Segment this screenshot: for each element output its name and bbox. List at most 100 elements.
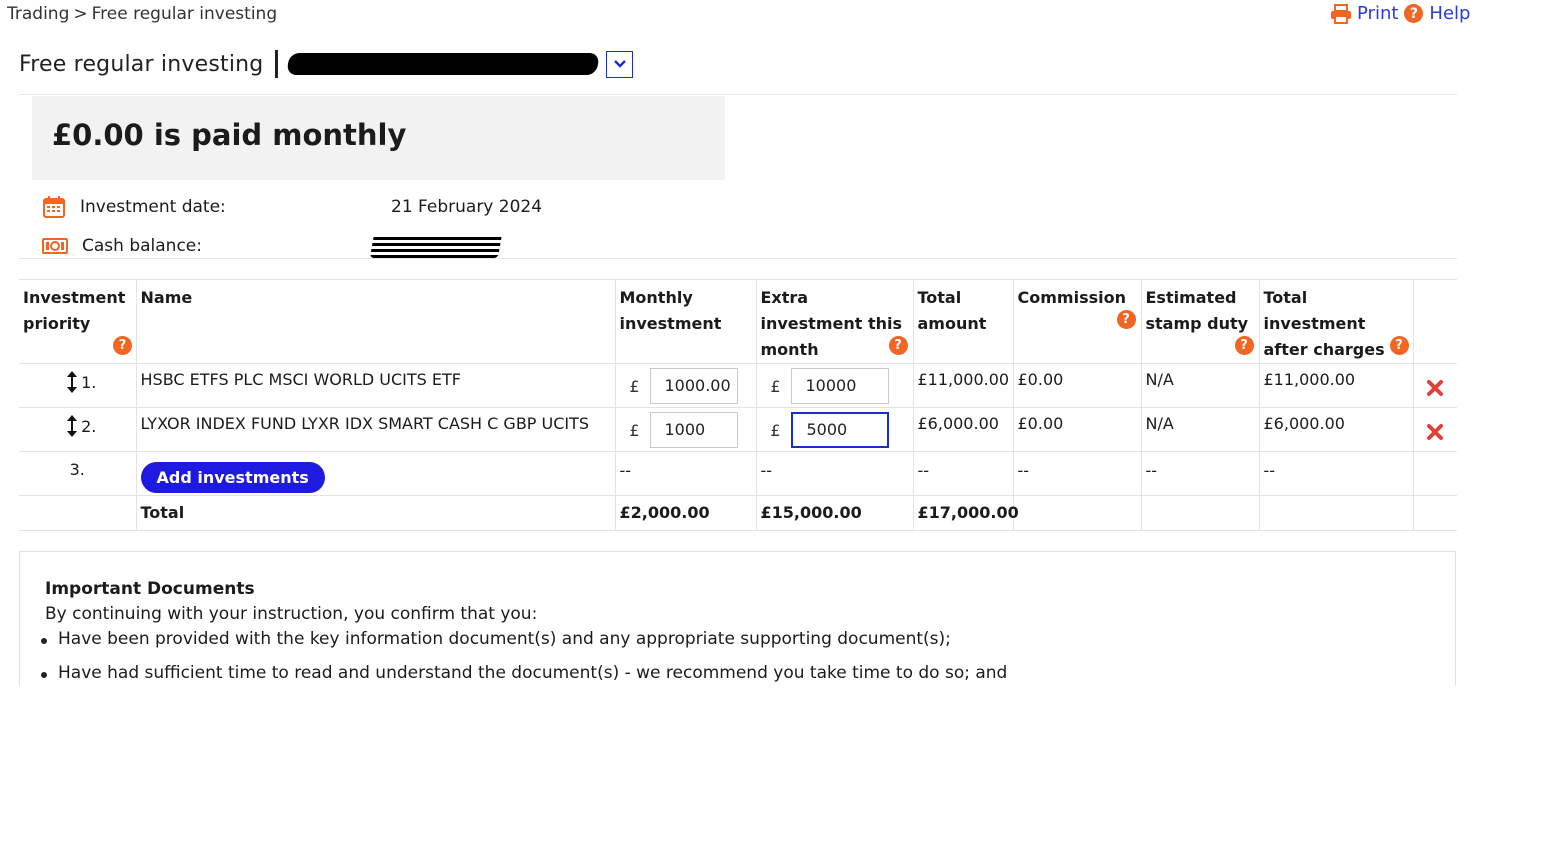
monthly-cell: £1000.00 [615,363,757,408]
currency-symbol: £ [629,377,640,396]
calendar-icon [43,196,65,218]
table-header-row: Investment priority ? Name Monthly inves… [19,279,1457,364]
col-after-header: Total investment after charges ? [1259,279,1414,364]
add-investment-row: 3. Add investments -- -- -- -- -- -- [19,451,1457,496]
add-cell: Add investments [136,451,616,496]
total-amount: £6,000.00 [913,407,1014,452]
documents-list: Have been provided with the key informat… [38,629,1007,686]
top-links: Print ? Help [1330,3,1470,24]
actions-cell [1413,363,1457,408]
extra-cell: £10000 [756,363,914,408]
help-label: Help [1429,3,1471,24]
monthly-investment-input[interactable]: 1000.00 [649,368,738,404]
printer-icon [1331,3,1351,24]
priority-number: 3. [19,451,137,496]
stamp-duty: N/A [1141,407,1260,452]
summary-box: £0.00 is paid monthly [32,96,725,180]
total-label: Total [136,495,616,531]
stamp-duty: N/A [1141,363,1260,408]
title-row: Free regular investing [19,44,634,84]
details-divider [19,258,1457,259]
total-after-charges: £11,000.00 [1259,363,1414,408]
account-name-redacted [286,53,600,75]
total-amount-sum: £17,000.00 [913,495,1019,531]
breadcrumb-current: Free regular investing [91,4,278,24]
documents-title: Important Documents [45,579,255,599]
cash-balance-redacted [369,234,503,258]
commission-help-icon[interactable]: ? [1116,310,1136,329]
total-after-charges: £6,000.00 [1259,407,1414,452]
after-help-icon[interactable]: ? [1389,336,1409,355]
investments-table: Investment priority ? Name Monthly inves… [19,279,1457,531]
empty-cell [1013,495,1142,531]
banknote-icon [42,238,68,254]
extra-investment-input[interactable]: 10000 [790,368,889,404]
placeholder-cell: -- [615,451,757,496]
investment-date-value: 21 February 2024 [391,197,543,217]
col-total-label: Total amount [917,288,987,333]
delete-icon[interactable] [1425,422,1445,442]
col-stamp-header: Estimated stamp duty ? [1141,279,1260,364]
actions-cell [1413,451,1457,496]
placeholder-cell: -- [913,451,1014,496]
priority-number: 1. [81,372,97,392]
cash-balance-label: Cash balance: [82,236,202,256]
header-divider [19,94,1457,95]
priority-cell: 2. [19,407,137,452]
col-monthly-label: Monthly investment [619,288,722,333]
important-documents: Important Documents By continuing with y… [19,551,1456,686]
table-row: 1. HSBC ETFS PLC MSCI WORLD UCITS ETF £1… [19,363,1457,408]
page-title: Free regular investing [19,51,264,77]
col-monthly-header: Monthly investment [615,279,757,364]
extra-help-icon[interactable]: ? [888,336,908,355]
delete-icon[interactable] [1425,378,1445,398]
col-commission-label: Commission [1017,288,1126,307]
list-item: Have had sufficient time to read and und… [38,663,1007,684]
currency-symbol: £ [629,421,640,440]
investment-date-label: Investment date: [80,197,226,217]
account-dropdown[interactable] [606,50,634,78]
total-amount: £11,000.00 [913,363,1014,408]
col-priority-header: Investment priority ? [19,279,137,364]
extra-cell: £5000 [756,407,914,452]
breadcrumb-separator: > [73,4,88,24]
col-name-header: Name [136,279,616,364]
title-divider [275,50,279,78]
col-commission-header: Commission ? [1013,279,1142,364]
extra-investment-input[interactable]: 5000 [790,412,889,448]
commission: £0.00 [1013,363,1142,408]
add-investments-button[interactable]: Add investments [140,462,325,493]
total-row: Total £2,000.00 £15,000.00 £17,000.00 [19,495,1457,531]
placeholder-cell: -- [756,451,914,496]
table-row: 2. LYXOR INDEX FUND LYXR IDX SMART CASH … [19,407,1457,452]
col-extra-header: Extra investment this month ? [756,279,914,364]
stamp-help-icon[interactable]: ? [1234,336,1254,355]
investment-name: HSBC ETFS PLC MSCI WORLD UCITS ETF [136,363,616,408]
placeholder-cell: -- [1141,451,1260,496]
priority-cell: 1. [19,363,137,408]
col-after-label: Total investment after charges [1263,288,1385,359]
breadcrumb: Trading > Free regular investing [7,4,277,24]
cash-balance-row: Cash balance: [42,236,202,256]
investment-date-row: Investment date: [42,195,226,219]
help-link[interactable]: ? Help [1398,3,1470,24]
actions-cell [1413,407,1457,452]
col-total-header: Total amount [913,279,1014,364]
reorder-arrows-icon[interactable] [66,414,78,438]
monthly-cell: £1000 [615,407,757,452]
col-stamp-label: Estimated stamp duty [1145,288,1249,333]
reorder-arrows-icon[interactable] [66,370,78,394]
breadcrumb-parent[interactable]: Trading [7,4,69,24]
commission: £0.00 [1013,407,1142,452]
help-icon: ? [1404,4,1424,23]
currency-symbol: £ [770,421,781,440]
priority-help-icon[interactable]: ? [113,336,132,355]
col-name-label: Name [140,288,193,307]
list-item: Have been provided with the key informat… [38,629,1007,650]
print-link[interactable]: Print [1330,3,1398,24]
monthly-investment-input[interactable]: 1000 [649,412,738,448]
col-extra-label: Extra investment this month [760,288,903,359]
total-spacer [19,495,137,531]
currency-symbol: £ [770,377,781,396]
total-extra: £15,000.00 [756,495,914,531]
